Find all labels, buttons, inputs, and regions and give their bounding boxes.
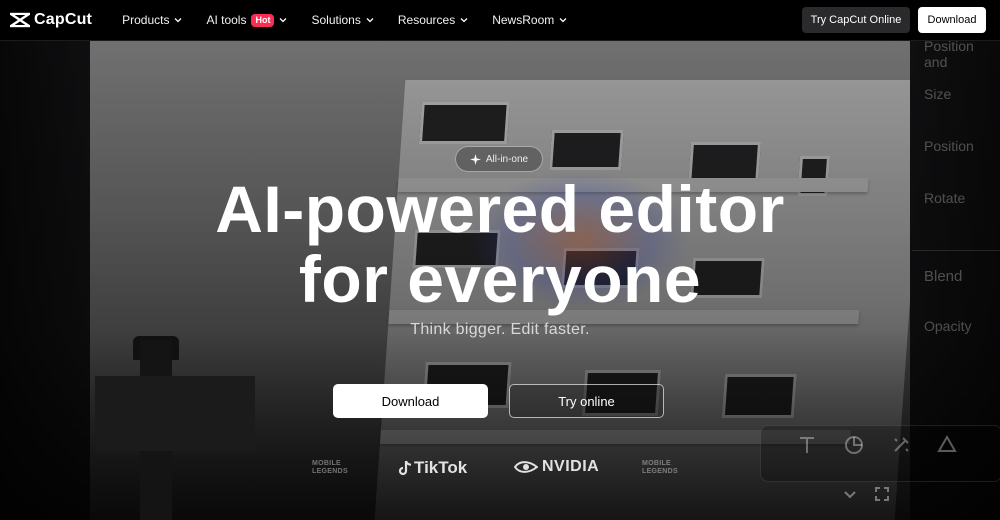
logo-text: CapCut — [34, 11, 93, 28]
sparkle-icon — [469, 153, 481, 165]
nvidia-logo-text: NVIDIA — [542, 458, 600, 475]
tiktok-logo: TikTok — [398, 458, 467, 478]
main-nav: Products AI tools Hot Solutions Resource… — [122, 13, 591, 27]
chevron-down-icon — [460, 18, 468, 23]
try-capcut-online-button[interactable]: Try CapCut Online — [802, 7, 910, 33]
top-nav-bar: CapCut Products AI tools Hot Solutions R… — [0, 0, 1000, 41]
panel-label: Size — [924, 86, 952, 102]
header-actions: Try CapCut Online Download — [802, 7, 986, 33]
chevron-down-icon — [366, 18, 374, 23]
tiktok-logo-text: TikTok — [414, 458, 468, 477]
mobile-legends-logo-text: MOBILE LEGENDS — [312, 460, 348, 475]
panel-label: Position — [924, 138, 974, 154]
mobile-legends-logo: MOBILE LEGENDS — [312, 460, 358, 476]
nav-newsroom-label: NewsRoom — [492, 13, 555, 27]
nvidia-eye-icon — [514, 461, 538, 473]
nav-resources[interactable]: Resources — [398, 13, 468, 27]
all-in-one-pill: All-in-one — [455, 146, 543, 172]
capcut-logo[interactable]: CapCut — [10, 11, 92, 29]
nav-newsroom[interactable]: NewsRoom — [492, 13, 567, 27]
capcut-logo-icon — [10, 12, 30, 28]
effects-tool-icon — [894, 437, 909, 452]
chevron-down-icon — [174, 18, 182, 23]
sticker-tool-icon — [845, 436, 863, 454]
hero-headline: AI-powered editor for everyone — [0, 174, 1000, 314]
tiktok-icon — [398, 460, 412, 476]
chevron-down-icon — [844, 491, 856, 499]
header-download-button[interactable]: Download — [918, 7, 986, 33]
shapes-tool-icon — [937, 434, 957, 452]
chevron-down-icon — [280, 18, 287, 23]
nav-solutions[interactable]: Solutions — [311, 13, 374, 27]
nav-ai-tools[interactable]: AI tools Hot — [206, 13, 287, 27]
hero-try-online-button[interactable]: Try online — [509, 384, 664, 418]
nav-ai-tools-label: AI tools — [206, 13, 247, 27]
headline-line-2: for everyone — [298, 242, 702, 316]
nav-products[interactable]: Products — [122, 13, 182, 27]
nav-products-label: Products — [122, 13, 170, 27]
chevron-down-icon — [559, 18, 567, 23]
nvidia-logo: NVIDIA — [514, 458, 599, 476]
fullscreen-icon — [875, 487, 889, 501]
hero-section: Position and Size Position Rotate Blend … — [0, 40, 1000, 520]
hero-subheadline: Think bigger. Edit faster. — [410, 321, 590, 338]
headline-line-1: AI-powered editor — [215, 172, 785, 246]
nav-solutions-label: Solutions — [311, 13, 361, 27]
panel-label: Position and — [924, 40, 974, 70]
mobile-legends-logo-text: MOBILE LEGENDS — [642, 460, 678, 475]
hero-download-button[interactable]: Download — [333, 384, 488, 418]
hot-badge: Hot — [251, 13, 275, 27]
foreground-silhouette — [95, 376, 255, 451]
pill-label: All-in-one — [485, 153, 529, 165]
text-tool-icon — [800, 437, 814, 453]
mobile-legends-logo: MOBILE LEGENDS — [642, 460, 688, 476]
nav-resources-label: Resources — [397, 13, 456, 27]
